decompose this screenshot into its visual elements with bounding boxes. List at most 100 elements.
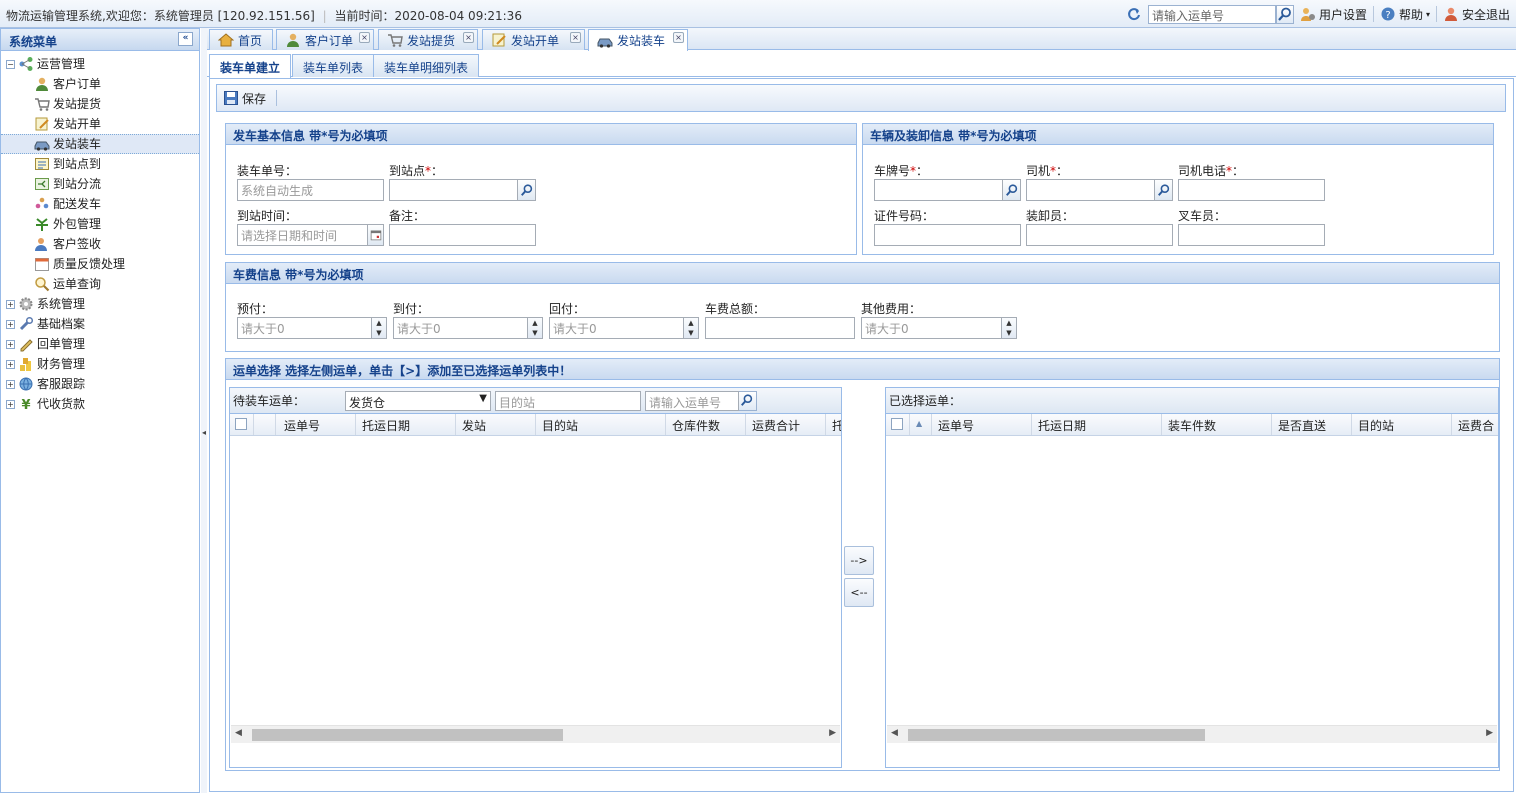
driver-phone-input[interactable] [1178, 179, 1325, 201]
expand-icon[interactable]: + [6, 379, 15, 389]
menu-group-archives[interactable]: + 基础档案 [1, 314, 199, 334]
expand-icon[interactable]: + [6, 399, 15, 409]
search-icon[interactable] [1154, 180, 1172, 200]
scroll-left-icon[interactable]: ◀ [891, 728, 898, 738]
subtab-detail-list[interactable]: 装车单明细列表 [373, 54, 480, 77]
menu-group-finance[interactable]: + 财务管理 [1, 354, 199, 374]
dest-station-input[interactable] [389, 179, 536, 201]
subtab-list[interactable]: 装车单列表 [292, 54, 375, 77]
menu-group-cod[interactable]: + ¥ 代收货款 [1, 394, 199, 414]
sidebar-item-arrival[interactable]: 到站点到 [1, 154, 199, 174]
waybill-search-input[interactable]: 请输入运单号 [1147, 4, 1276, 24]
stepper-icon[interactable]: ▲ ▼ [371, 318, 386, 338]
column-header[interactable]: 运单号 [932, 414, 1032, 435]
stepper-icon[interactable]: ▲ ▼ [1001, 318, 1016, 338]
column-header[interactable]: 发站 [456, 414, 536, 435]
column-header[interactable]: 运费合计 [746, 414, 826, 435]
save-button[interactable]: 保存 [223, 90, 266, 107]
search-icon[interactable] [1002, 180, 1020, 200]
warehouse-select[interactable]: 发货仓 ▼ [345, 390, 491, 411]
user-settings-link[interactable]: 用户设置 [1300, 6, 1367, 23]
close-icon[interactable]: × [463, 32, 474, 43]
total-fee-input[interactable] [705, 317, 855, 339]
column-header[interactable]: 运单号 [276, 414, 356, 435]
sidebar-item-waybill-query[interactable]: 运单查询 [1, 274, 199, 294]
scrollbar-thumb[interactable] [252, 729, 563, 741]
column-header[interactable]: 装车件数 [1162, 414, 1272, 435]
sidebar-item-signoff[interactable]: 客户签收 [1, 234, 199, 254]
sort-asc-icon[interactable]: ▲ [910, 414, 932, 435]
sidebar-item-quality-feedback[interactable]: 质量反馈处理 [1, 254, 199, 274]
menu-group-service[interactable]: + 客服跟踪 [1, 374, 199, 394]
column-header[interactable]: 运费合 [1452, 414, 1498, 435]
checkbox-icon[interactable] [891, 418, 903, 430]
select-all-checkbox[interactable] [230, 414, 254, 435]
checkbox-icon[interactable] [235, 418, 247, 430]
remark-input[interactable] [389, 224, 536, 246]
logout-link[interactable]: 安全退出 [1443, 6, 1510, 23]
expand-icon[interactable]: + [6, 339, 15, 349]
forklift-input[interactable] [1178, 224, 1325, 246]
menu-group-receipts[interactable]: + 回单管理 [1, 334, 199, 354]
horizontal-scrollbar[interactable]: ◀ ▶ [887, 725, 1497, 743]
help-menu[interactable]: ? 帮助 ▾ [1380, 6, 1430, 23]
move-left-button[interactable]: <-- [844, 578, 874, 607]
sidebar-item-dispatch[interactable]: 配送发车 [1, 194, 199, 214]
load-no-input[interactable]: 系统自动生成 [237, 179, 384, 201]
stepper-icon[interactable]: ▲ ▼ [527, 318, 542, 338]
tab-billing[interactable]: 发站开单 × [482, 29, 585, 50]
dest-filter-input[interactable]: 目的站 [495, 390, 641, 411]
calendar-icon[interactable] [367, 225, 383, 245]
plate-input[interactable] [874, 179, 1021, 201]
scroll-right-icon[interactable]: ▶ [829, 728, 836, 738]
sidebar-item-distribution[interactable]: 到站分流 [1, 174, 199, 194]
tab-loading[interactable]: 发站装车 × [588, 29, 688, 51]
sidebar-item-pickup[interactable]: 发站提货 [1, 94, 199, 114]
column-header[interactable]: 仓库件数 [666, 414, 746, 435]
column-header[interactable]: 托运日期 [356, 414, 456, 435]
driver-input[interactable] [1026, 179, 1173, 201]
scroll-right-icon[interactable]: ▶ [1486, 728, 1493, 738]
waybill-filter-input[interactable]: 请输入运单号 [645, 390, 739, 411]
splitter-handle-icon[interactable]: ◂ [202, 428, 206, 442]
horizontal-scrollbar[interactable]: ◀ ▶ [231, 725, 840, 743]
move-right-button[interactable]: --> [844, 546, 874, 575]
column-header[interactable]: 是否直送 [1272, 414, 1352, 435]
sidebar-item-loading[interactable]: 发站装车 [1, 134, 199, 154]
sidebar-item-outsourcing[interactable]: 外包管理 [1, 214, 199, 234]
scrollbar-thumb[interactable] [908, 729, 1205, 741]
subtab-create[interactable]: 装车单建立 [209, 54, 292, 78]
close-icon[interactable]: × [570, 32, 581, 43]
other-fee-input[interactable]: 请大于0 ▲ ▼ [861, 317, 1017, 339]
sidebar-item-customer-order[interactable]: 客户订单 [1, 74, 199, 94]
close-icon[interactable]: × [359, 32, 370, 43]
menu-group-operations[interactable]: − 运营管理 [1, 54, 199, 74]
column-header[interactable]: 目的站 [1352, 414, 1452, 435]
expand-icon[interactable]: + [6, 299, 15, 309]
tab-pickup[interactable]: 发站提货 × [378, 29, 478, 50]
search-icon[interactable] [517, 180, 535, 200]
close-icon[interactable]: × [673, 32, 684, 43]
prepay-input[interactable]: 请大于0 ▲ ▼ [237, 317, 387, 339]
column-header[interactable]: 托 [826, 414, 841, 435]
return-pay-input[interactable]: 请大于0 ▲ ▼ [549, 317, 699, 339]
arrive-pay-input[interactable]: 请大于0 ▲ ▼ [393, 317, 543, 339]
menu-group-system[interactable]: + 系统管理 [1, 294, 199, 314]
expand-icon[interactable]: + [6, 359, 15, 369]
grid-search-button[interactable] [739, 390, 757, 411]
column-header[interactable]: 托运日期 [1032, 414, 1162, 435]
column-header[interactable]: 目的站 [536, 414, 666, 435]
arrive-time-input[interactable]: 请选择日期和时间 [237, 224, 384, 246]
stepper-icon[interactable]: ▲ ▼ [683, 318, 698, 338]
collapse-sidebar-button[interactable]: « [178, 32, 193, 46]
select-all-checkbox[interactable] [886, 414, 910, 435]
collapse-icon[interactable]: − [6, 59, 15, 69]
sidebar-item-billing[interactable]: 发站开单 [1, 114, 199, 134]
tab-home[interactable]: 首页 [209, 29, 273, 50]
cert-input[interactable] [874, 224, 1021, 246]
tab-customer-order[interactable]: 客户订单 × [276, 29, 374, 50]
expand-icon[interactable]: + [6, 319, 15, 329]
refresh-icon[interactable] [1126, 6, 1142, 22]
search-button[interactable] [1275, 4, 1294, 24]
scroll-left-icon[interactable]: ◀ [235, 728, 242, 738]
